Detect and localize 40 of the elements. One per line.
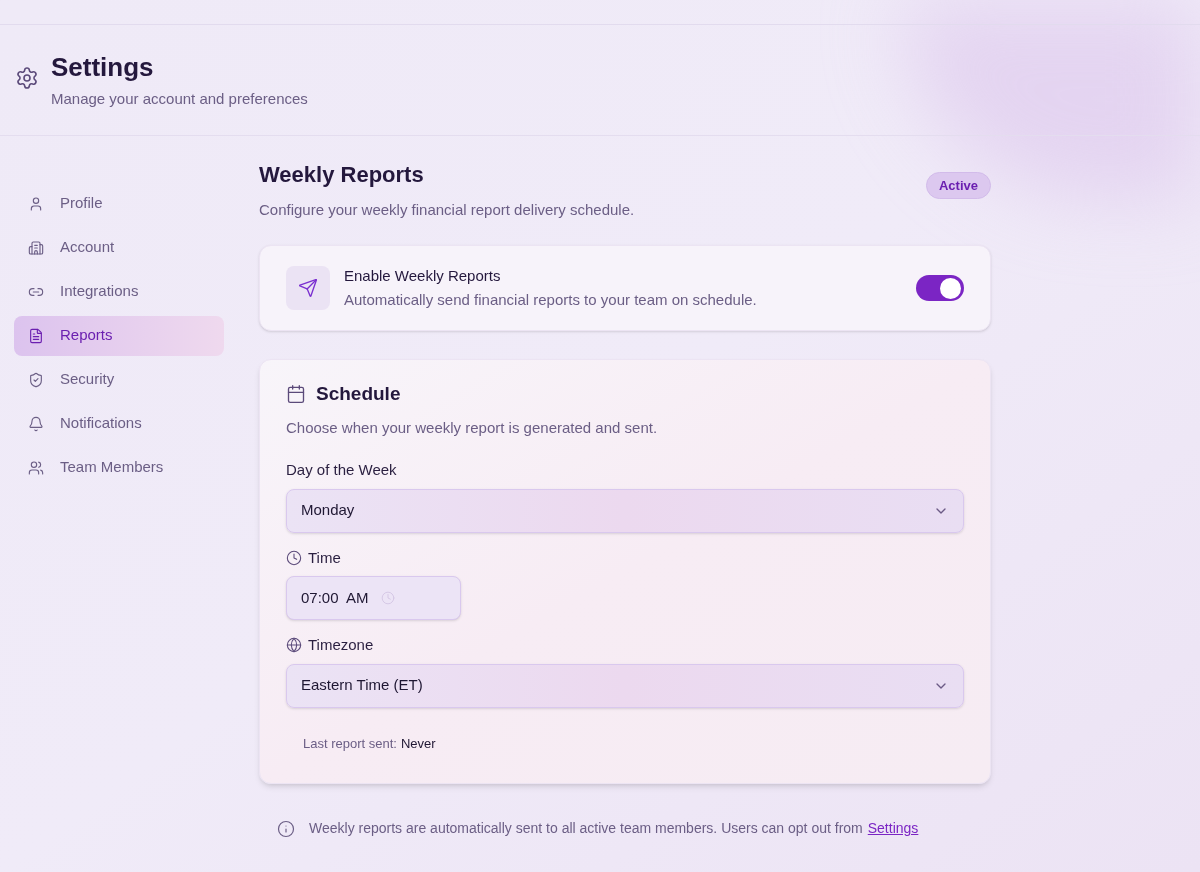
settings-link[interactable]: Settings [867, 818, 919, 839]
select-dropdown[interactable]: Eastern Time (ET) [286, 663, 964, 708]
time-input[interactable]: 07:00 AM [286, 576, 461, 620]
card-description: Automatically send financial reports to your team on schedule. [344, 290, 758, 310]
last-sent-value: Never [400, 734, 436, 753]
toggle-switch[interactable] [916, 275, 964, 301]
page-title: Settings [51, 52, 155, 82]
last-sent-label: Last report sent: [303, 734, 397, 753]
clock-icon [380, 591, 395, 605]
clock-icon [286, 549, 302, 566]
card-description: Choose when your weekly report is generated and sent. [286, 417, 659, 438]
field-label: Timezone [308, 635, 374, 655]
bell-icon [28, 415, 44, 432]
section-subtitle: Configure your weekly financial report delivery schedule. [259, 199, 635, 220]
shield-icon [28, 371, 44, 388]
field-label: Time [308, 547, 341, 568]
send-icon [286, 266, 330, 310]
sidebar-item[interactable]: Account [14, 227, 224, 268]
sidebar-item[interactable]: Integrations [14, 271, 224, 312]
calendar-icon [286, 384, 306, 405]
page-subtitle: Manage your account and preferences [51, 89, 308, 109]
building-icon [28, 239, 44, 256]
select-dropdown[interactable]: Monday [286, 488, 964, 533]
field-label: Day of the Week [286, 460, 397, 480]
info-icon [277, 819, 295, 838]
person-icon [28, 195, 44, 212]
info-note: Weekly reports are automatically sent to all active team members. Users can opt out from [309, 819, 863, 838]
sidebar-item[interactable]: Reports [14, 315, 224, 356]
settings-icon [15, 66, 39, 90]
sidebar-item[interactable]: Profile [14, 183, 224, 224]
globe-icon [286, 637, 302, 654]
section-title: Weekly Reports [259, 160, 425, 189]
document-icon [28, 327, 44, 344]
status-badge: Active [925, 171, 991, 199]
sidebar-item[interactable]: Team Members [14, 447, 224, 488]
people-icon [28, 459, 44, 476]
card-title: Enable Weekly Reports [344, 265, 502, 286]
sidebar-item[interactable]: Security [14, 359, 224, 400]
card-title: Schedule [316, 382, 401, 406]
sidebar-item[interactable]: Notifications [14, 403, 224, 444]
